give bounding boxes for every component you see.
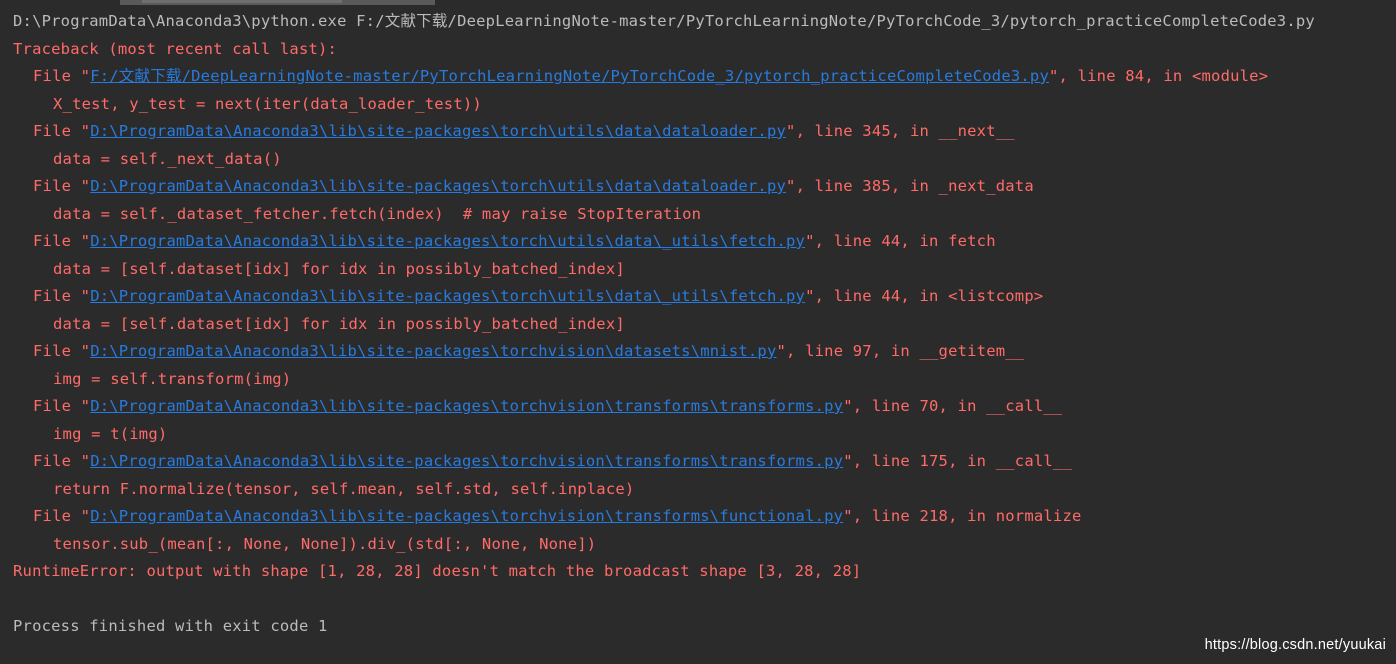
- traceback-frame-file-line: File "D:\ProgramData\Anaconda3\lib\site-…: [13, 393, 1396, 421]
- file-prefix: File ": [33, 122, 91, 140]
- file-prefix: File ": [33, 397, 91, 415]
- file-prefix: File ": [33, 67, 91, 85]
- file-prefix: File ": [33, 287, 91, 305]
- traceback-frame-code: img = self.transform(img): [53, 369, 292, 388]
- source-file-link[interactable]: D:\ProgramData\Anaconda3\lib\site-packag…: [90, 232, 805, 250]
- traceback-header: Traceback (most recent call last):: [13, 39, 338, 58]
- traceback-frame-code: data = [self.dataset[idx] for idx in pos…: [53, 314, 625, 333]
- source-file-link[interactable]: D:\ProgramData\Anaconda3\lib\site-packag…: [90, 177, 786, 195]
- file-location: ", line 385, in _next_data: [786, 177, 1034, 195]
- source-file-link[interactable]: D:\ProgramData\Anaconda3\lib\site-packag…: [90, 507, 843, 525]
- source-file-link[interactable]: D:\ProgramData\Anaconda3\lib\site-packag…: [90, 397, 843, 415]
- file-prefix: File ": [33, 232, 91, 250]
- file-location: ", line 44, in fetch: [805, 232, 996, 250]
- traceback-frame-file-line: File "F:/文献下载/DeepLearningNote-master/Py…: [13, 63, 1396, 91]
- command-line: D:\ProgramData\Anaconda3\python.exe F:/文…: [13, 12, 1315, 30]
- horizontal-scrollbar[interactable]: [120, 0, 435, 5]
- run-console-output: D:\ProgramData\Anaconda3\python.exe F:/文…: [0, 0, 1396, 664]
- traceback-frame-file-line: File "D:\ProgramData\Anaconda3\lib\site-…: [13, 173, 1396, 201]
- traceback-frame-code: data = self._dataset_fetcher.fetch(index…: [53, 204, 702, 223]
- file-location: ", line 345, in __next__: [786, 122, 1015, 140]
- file-location: ", line 218, in normalize: [843, 507, 1082, 525]
- traceback-frame-code: data = [self.dataset[idx] for idx in pos…: [53, 259, 625, 278]
- source-file-link[interactable]: D:\ProgramData\Anaconda3\lib\site-packag…: [90, 287, 805, 305]
- source-file-link[interactable]: F:/文献下载/DeepLearningNote-master/PyTorchL…: [90, 67, 1049, 85]
- source-file-link[interactable]: D:\ProgramData\Anaconda3\lib\site-packag…: [90, 342, 776, 360]
- file-prefix: File ": [33, 342, 91, 360]
- process-exit-message: Process finished with exit code 1: [13, 617, 328, 635]
- file-location: ", line 44, in <listcomp>: [805, 287, 1044, 305]
- traceback-frame-code: X_test, y_test = next(iter(data_loader_t…: [53, 94, 482, 113]
- file-location: ", line 70, in __call__: [843, 397, 1063, 415]
- runtime-error-message: RuntimeError: output with shape [1, 28, …: [13, 562, 862, 580]
- traceback-frame-code: return F.normalize(tensor, self.mean, se…: [53, 479, 635, 498]
- file-prefix: File ": [33, 452, 91, 470]
- source-file-link[interactable]: D:\ProgramData\Anaconda3\lib\site-packag…: [90, 122, 786, 140]
- traceback-frame-file-line: File "D:\ProgramData\Anaconda3\lib\site-…: [13, 448, 1396, 476]
- source-file-link[interactable]: D:\ProgramData\Anaconda3\lib\site-packag…: [90, 452, 843, 470]
- traceback-frame-file-line: File "D:\ProgramData\Anaconda3\lib\site-…: [13, 503, 1396, 531]
- traceback-frame-code: data = self._next_data(): [53, 149, 282, 168]
- traceback-frame-code: tensor.sub_(mean[:, None, None]).div_(st…: [53, 534, 597, 553]
- source-watermark: https://blog.csdn.net/yuukai: [1204, 637, 1386, 653]
- file-prefix: File ": [33, 507, 91, 525]
- traceback-frame-file-line: File "D:\ProgramData\Anaconda3\lib\site-…: [13, 118, 1396, 146]
- file-location: ", line 84, in <module>: [1049, 67, 1269, 85]
- file-location: ", line 97, in __getitem__: [776, 342, 1025, 360]
- traceback-frame-code: img = t(img): [53, 424, 168, 443]
- file-location: ", line 175, in __call__: [843, 452, 1072, 470]
- file-prefix: File ": [33, 177, 91, 195]
- traceback-frame-file-line: File "D:\ProgramData\Anaconda3\lib\site-…: [13, 338, 1396, 366]
- traceback-frame-file-line: File "D:\ProgramData\Anaconda3\lib\site-…: [13, 283, 1396, 311]
- traceback-frame-file-line: File "D:\ProgramData\Anaconda3\lib\site-…: [13, 228, 1396, 256]
